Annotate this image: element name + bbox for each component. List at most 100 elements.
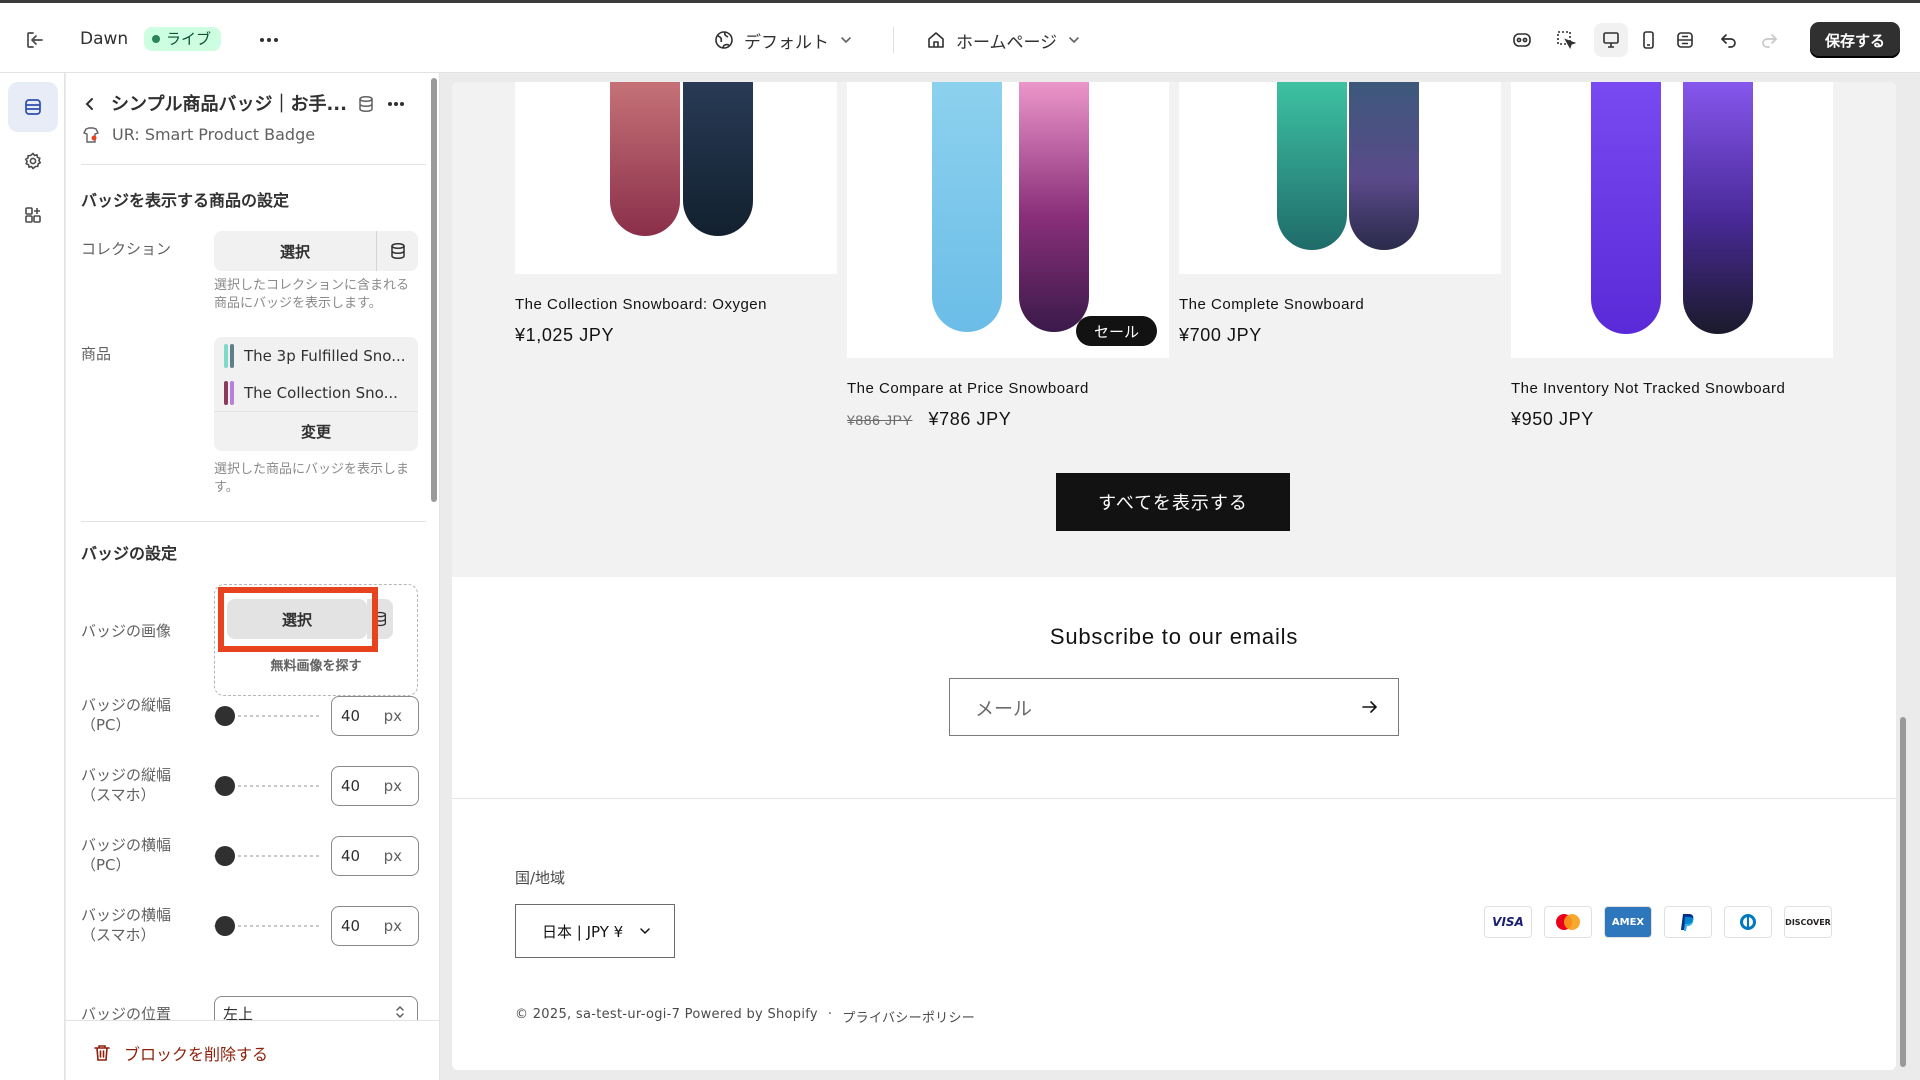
footer-divider [452, 798, 1896, 799]
list-item[interactable]: The Collection Sno... [214, 374, 418, 411]
page-selector[interactable]: ホームページ [926, 25, 1081, 55]
preview-scrollbar[interactable] [1900, 717, 1906, 1067]
badge-height-pc-setting: バッジの縦幅（PC） 40 px [66, 693, 439, 739]
fullscreen-view-icon[interactable] [1668, 23, 1702, 57]
collection-picker: 選択 [214, 231, 418, 271]
slider-handle[interactable] [215, 916, 235, 936]
divider [81, 164, 426, 165]
change-products-button[interactable]: 変更 [214, 411, 418, 451]
live-status-badge: ライブ [144, 27, 222, 51]
badge-width-pc-setting: バッジの横幅（PC） 40 px [66, 833, 439, 879]
slider-handle[interactable] [215, 846, 235, 866]
product-name: The Collection Sno... [244, 383, 398, 402]
free-images-link[interactable]: 無料画像を探す [215, 655, 417, 674]
snowboard-image [610, 82, 680, 236]
privacy-policy-link[interactable]: プライバシーポリシー [842, 1007, 975, 1026]
country-selector[interactable]: 日本 | JPY ¥ [515, 904, 675, 958]
slider-label: バッジの横幅（スマホ） [81, 906, 172, 944]
product-list: The 3p Fulfilled Sno... The Collection S… [214, 337, 418, 451]
arrow-right-icon[interactable] [1360, 697, 1380, 717]
snowboard-image [1349, 82, 1419, 250]
inspector-icon[interactable] [1505, 23, 1539, 57]
badge-width-mobile-setting: バッジの横幅（スマホ） 40 px [66, 903, 439, 949]
theme-settings-icon[interactable] [8, 136, 58, 186]
block-settings-panel: シンプル商品バッジ｜お手... UR: Smart Product Badge … [66, 73, 440, 1080]
template-selector[interactable]: デフォルト [714, 25, 853, 55]
number-value: 40 [341, 847, 361, 865]
top-bar: Dawn ライブ デフォルト ホームページ 保存する [0, 0, 1920, 73]
product-price: ¥950 JPY [1511, 409, 1833, 430]
trash-icon [94, 1044, 110, 1062]
sections-icon[interactable] [8, 82, 58, 132]
number-input[interactable]: 40 px [331, 696, 419, 736]
undo-icon[interactable] [1712, 23, 1746, 57]
page-label: ホームページ [956, 32, 1058, 53]
panel-scrollbar[interactable] [431, 78, 437, 502]
topbar-divider [893, 27, 894, 53]
chevron-down-icon [839, 33, 853, 47]
more-options-icon[interactable] [256, 27, 282, 53]
desktop-view-icon[interactable] [1594, 23, 1628, 57]
newsletter-title: Subscribe to our emails [1049, 624, 1299, 649]
apps-icon[interactable] [8, 190, 58, 240]
featured-collection-section: The Collection Snowboard: Oxygen ¥1,025 … [452, 82, 1896, 577]
mastercard-icon [1544, 906, 1592, 938]
storefront-preview: The Collection Snowboard: Oxygen ¥1,025 … [452, 82, 1896, 1070]
number-input[interactable]: 40 px [331, 766, 419, 806]
product-title[interactable]: The Collection Snowboard: Oxygen [515, 296, 837, 313]
view-all-button[interactable]: すべてを表示する [1056, 473, 1290, 531]
diners-icon [1724, 906, 1772, 938]
compare-price: ¥886 JPY [847, 412, 913, 428]
product-card[interactable]: The Inventory Not Tracked Snowboard ¥950… [1511, 82, 1833, 430]
panel-footer: ブロックを削除する [66, 1020, 439, 1080]
save-button[interactable]: 保存する [1810, 22, 1900, 58]
number-value: 40 [341, 917, 361, 935]
footer-copyright: © 2025, sa-test-ur-ogi-7 Powered by Shop… [515, 1007, 975, 1026]
exit-icon[interactable] [22, 27, 48, 53]
slider-handle[interactable] [215, 706, 235, 726]
product-title[interactable]: The Inventory Not Tracked Snowboard [1511, 380, 1833, 397]
slider-handle[interactable] [215, 776, 235, 796]
snowboard-image [932, 82, 1002, 332]
live-dot-icon [152, 35, 160, 43]
template-label: デフォルト [744, 32, 829, 53]
back-chevron-icon[interactable] [80, 93, 100, 115]
live-badge-label: ライブ [166, 30, 212, 48]
dynamic-source-icon[interactable] [354, 92, 378, 116]
product-card[interactable]: The Collection Snowboard: Oxygen ¥1,025 … [515, 82, 837, 346]
country-label: 国/地域 [515, 869, 566, 887]
select-element-icon[interactable] [1549, 23, 1583, 57]
product-price: ¥1,025 JPY [515, 325, 837, 346]
collection-select-button[interactable]: 選択 [214, 231, 376, 271]
product-image[interactable] [1179, 82, 1501, 274]
copyright-text[interactable]: © 2025, sa-test-ur-ogi-7 Powered by Shop… [515, 1007, 818, 1026]
product-price: ¥886 JPY ¥786 JPY [847, 409, 1169, 430]
list-item[interactable]: The 3p Fulfilled Sno... [214, 337, 418, 374]
number-input[interactable]: 40 px [331, 836, 419, 876]
editor-rail [0, 73, 65, 1080]
product-image[interactable] [515, 82, 837, 274]
dynamic-source-icon[interactable] [376, 231, 418, 271]
email-input[interactable]: メール [949, 678, 1399, 736]
paypal-icon [1664, 906, 1712, 938]
product-image[interactable]: セール [847, 82, 1169, 358]
mobile-view-icon[interactable] [1631, 23, 1665, 57]
product-title[interactable]: The Complete Snowboard [1179, 296, 1501, 313]
delete-block-button[interactable]: ブロックを削除する [94, 1041, 268, 1065]
snowboard-image [1277, 82, 1347, 250]
home-icon [926, 30, 946, 50]
products-label: 商品 [81, 345, 112, 363]
badge-height-mobile-setting: バッジの縦幅（スマホ） 40 px [66, 763, 439, 809]
product-card[interactable]: セール The Compare at Price Snowboard ¥886 … [847, 82, 1169, 430]
product-card[interactable]: The Complete Snowboard ¥700 JPY [1179, 82, 1501, 346]
product-title[interactable]: The Compare at Price Snowboard [847, 380, 1169, 397]
redo-icon[interactable] [1752, 23, 1786, 57]
product-image[interactable] [1511, 82, 1833, 358]
snowboard-image [1683, 82, 1753, 334]
more-options-icon[interactable] [384, 92, 408, 116]
number-input[interactable]: 40 px [331, 906, 419, 946]
badge-section-heading: バッジの設定 [81, 544, 178, 563]
product-thumbnail [224, 380, 234, 405]
snowboard-image [1019, 82, 1089, 332]
price-value: ¥700 JPY [1179, 325, 1262, 345]
